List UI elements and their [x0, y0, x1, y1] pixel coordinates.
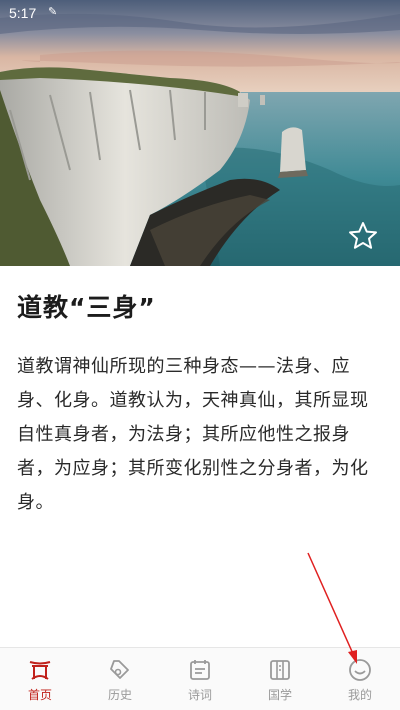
- pen-icon: ✎: [48, 6, 58, 18]
- status-time: 5:17: [9, 5, 37, 21]
- nav-item-guoxue[interactable]: 国学: [240, 648, 320, 710]
- star-outline-icon[interactable]: [347, 220, 379, 252]
- article-card: 道教“三身” 道教谓神仙所现的三种身态——法身、应身、化身。道教认为，天神真仙，…: [0, 266, 400, 648]
- hero-image: [0, 0, 400, 266]
- status-bar: 5:17 ✎: [0, 0, 400, 26]
- home-gate-icon: [29, 661, 51, 680]
- nav-item-home[interactable]: 首页: [0, 648, 80, 710]
- nav-label-mine: 我的: [347, 688, 372, 702]
- article-title: 道教“三身”: [17, 293, 156, 322]
- poetry-icon: [190, 660, 210, 680]
- nav-label-poetry: 诗词: [187, 688, 212, 702]
- nav-item-poetry[interactable]: 诗词: [160, 648, 240, 710]
- book-icon: [270, 660, 290, 680]
- nav-label-guoxue: 国学: [267, 688, 292, 702]
- nav-item-history[interactable]: 历史: [80, 648, 160, 710]
- nav-item-mine[interactable]: 我的: [320, 648, 400, 710]
- nav-label-history: 历史: [107, 688, 132, 702]
- history-icon: [110, 660, 129, 679]
- nav-label-home: 首页: [27, 688, 52, 702]
- article-body: 道教谓神仙所现的三种身态——法身、应身、化身。道教认为，天神真仙，其所显现自性真…: [17, 356, 369, 513]
- bottom-navigation: 首页 历史 诗词 国学 我的: [0, 647, 400, 710]
- smiley-icon: [349, 659, 371, 681]
